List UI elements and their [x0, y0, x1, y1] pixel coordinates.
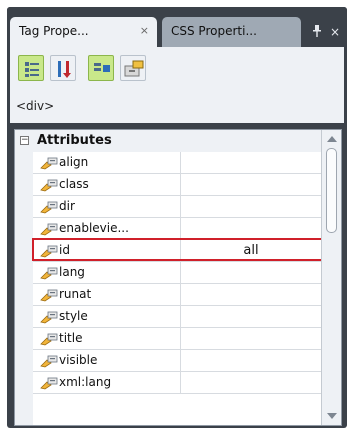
tab-tag-properties[interactable]: Tag Prope... ×	[10, 17, 157, 47]
attribute-name: xml:lang	[59, 375, 112, 389]
attribute-icon	[39, 178, 59, 192]
attribute-row[interactable]: title	[33, 328, 321, 350]
categorized-view-icon	[25, 62, 39, 77]
attribute-name-cell[interactable]: visible	[33, 350, 181, 371]
attribute-name: id	[59, 243, 70, 257]
collapse-toggle-icon[interactable]: −	[20, 136, 29, 145]
attribute-name-cell[interactable]: enablevie...	[33, 218, 181, 239]
attribute-name: title	[59, 331, 83, 345]
attribute-row[interactable]: visible	[33, 350, 321, 372]
alphabetical-sort-button[interactable]	[50, 55, 76, 81]
attribute-name-cell[interactable]: title	[33, 328, 181, 349]
attribute-name-cell[interactable]: class	[33, 174, 181, 195]
attribute-name-cell[interactable]: lang	[33, 262, 181, 283]
attribute-icon	[39, 288, 59, 302]
attribute-name-cell[interactable]: dir	[33, 196, 181, 217]
tab-bar: Tag Prope... × CSS Properti... ×	[7, 7, 347, 47]
grid-gutter	[15, 152, 33, 425]
attribute-icon	[39, 244, 59, 258]
tab-label: Tag Prope...	[19, 24, 89, 38]
attribute-row[interactable]: xml:lang	[33, 372, 321, 394]
attribute-row[interactable]: runat	[33, 284, 321, 306]
alphabetical-sort-icon	[58, 61, 71, 78]
section-title: Attributes	[37, 133, 112, 148]
attribute-icon	[39, 310, 59, 324]
pin-icon[interactable]	[312, 25, 322, 40]
attribute-value-cell[interactable]: all	[181, 242, 321, 259]
attribute-name: style	[59, 309, 88, 323]
attribute-icon	[39, 332, 59, 346]
attribute-icon	[39, 200, 59, 214]
current-tag-label: <div>	[16, 99, 55, 113]
attribute-name: dir	[59, 199, 75, 213]
attribute-name-cell[interactable]: runat	[33, 284, 181, 305]
properties-page-icon	[124, 60, 144, 77]
show-set-properties-button[interactable]	[88, 55, 114, 81]
scroll-down-arrow-icon[interactable]	[327, 413, 337, 419]
attribute-name-cell[interactable]: xml:lang	[33, 372, 181, 393]
tab-css-properties[interactable]: CSS Properti...	[162, 17, 301, 47]
scroll-up-arrow-icon[interactable]	[327, 136, 337, 142]
attribute-row[interactable]: id all	[33, 240, 321, 262]
attribute-name-cell[interactable]: align	[33, 152, 181, 173]
tab-label: CSS Properti...	[171, 24, 257, 38]
property-grid: − Attributes align class dir enablevie... id…	[14, 129, 342, 426]
attribute-row[interactable]: align	[33, 152, 321, 174]
attribute-icon	[39, 354, 59, 368]
attribute-row[interactable]: lang	[33, 262, 321, 284]
attribute-row[interactable]: enablevie...	[33, 218, 321, 240]
attribute-name-cell[interactable]: id	[33, 240, 181, 261]
attribute-icon	[39, 222, 59, 236]
attribute-icon	[39, 266, 59, 280]
tag-properties-panel: Tag Prope... × CSS Properti... × <div> −…	[7, 7, 347, 428]
attribute-icon	[39, 376, 59, 390]
attribute-name-cell[interactable]: style	[33, 306, 181, 327]
attribute-name: visible	[59, 353, 98, 367]
attribute-name: class	[59, 177, 89, 191]
attributes-section-header[interactable]: − Attributes	[15, 130, 321, 152]
close-panel-icon[interactable]: ×	[330, 25, 340, 39]
properties-toolbar: <div>	[10, 47, 344, 123]
attribute-name: enablevie...	[59, 221, 129, 235]
tab-close-icon[interactable]: ×	[140, 17, 149, 45]
vertical-scrollbar[interactable]	[321, 130, 341, 425]
scrollbar-thumb[interactable]	[326, 148, 337, 233]
attribute-icon	[39, 156, 59, 170]
attribute-name: align	[59, 155, 89, 169]
attribute-row[interactable]: class	[33, 174, 321, 196]
categorized-view-button[interactable]	[18, 55, 44, 81]
show-set-properties-icon	[94, 63, 110, 72]
attribute-name: lang	[59, 265, 85, 279]
properties-page-button[interactable]	[120, 55, 146, 81]
attribute-name: runat	[59, 287, 92, 301]
attribute-row[interactable]: style	[33, 306, 321, 328]
attribute-row[interactable]: dir	[33, 196, 321, 218]
